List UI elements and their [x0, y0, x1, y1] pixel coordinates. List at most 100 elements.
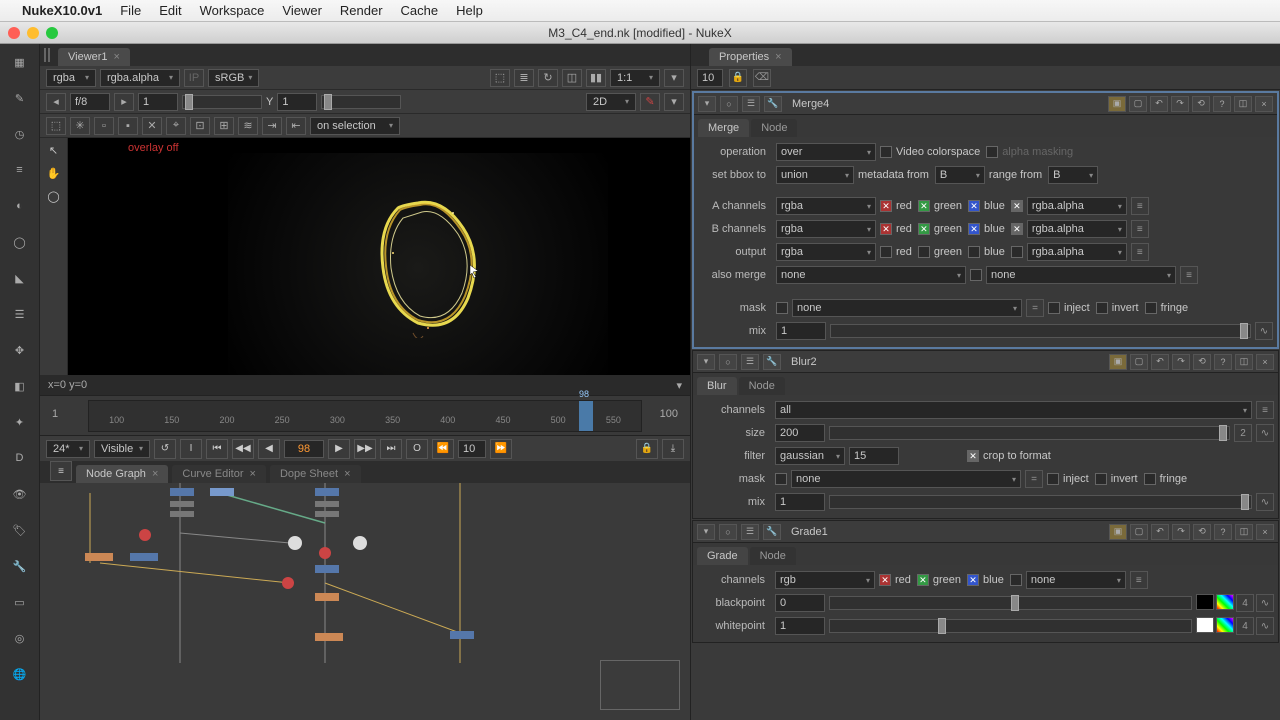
menu-viewer[interactable]: Viewer: [282, 3, 322, 18]
gamma-field[interactable]: 1: [277, 93, 317, 111]
panel-header[interactable]: ▾ ○ ☰ 🔧 Merge4 ▣ ▢ ↶ ↷ ⟲ ? ◫ ×: [694, 93, 1277, 115]
tool-channel-icon[interactable]: ≡: [8, 158, 32, 182]
tab-grade[interactable]: Grade: [697, 547, 748, 565]
menu-icon[interactable]: ≡: [1256, 401, 1274, 419]
center-icon[interactable]: ○: [719, 524, 737, 540]
tool-planet-icon[interactable]: 🌐: [8, 662, 32, 686]
viewer-tab[interactable]: Viewer1 ×: [58, 48, 130, 66]
tab-nodegraph[interactable]: Node Graph×: [76, 465, 168, 483]
inject-cb[interactable]: [1047, 473, 1059, 485]
tool-c-icon[interactable]: ✕: [142, 117, 162, 135]
blackpoint-slider[interactable]: [829, 596, 1192, 610]
tool-particles-icon[interactable]: ✦: [8, 410, 32, 434]
tool-a-icon[interactable]: ▫: [94, 117, 114, 135]
in-point-icon[interactable]: I: [180, 439, 202, 459]
metafrom-select[interactable]: B▾: [935, 166, 985, 184]
mask-select[interactable]: none▾: [791, 470, 1021, 488]
ch-alpha-select[interactable]: none▾: [1026, 571, 1126, 589]
play-icon[interactable]: ▶: [328, 439, 350, 459]
size-slider[interactable]: [829, 426, 1230, 440]
float-icon[interactable]: ◫: [1235, 354, 1253, 370]
quality-field[interactable]: 15: [849, 447, 899, 465]
tool-furnace-icon[interactable]: ◎: [8, 626, 32, 650]
whitepoint-field[interactable]: 1: [775, 617, 825, 635]
bchan-select[interactable]: rgba▾: [776, 220, 876, 238]
close-icon[interactable]: ×: [1256, 524, 1274, 540]
window-controls[interactable]: [8, 27, 58, 39]
tool-transform-icon[interactable]: ✥: [8, 338, 32, 362]
center-icon[interactable]: ○: [719, 354, 737, 370]
menu-cache[interactable]: Cache: [401, 3, 439, 18]
out-point-icon[interactable]: O: [406, 439, 428, 459]
gain-field[interactable]: 1: [138, 93, 178, 111]
increment-field[interactable]: 10: [458, 440, 486, 458]
menu-render[interactable]: Render: [340, 3, 383, 18]
tool-3d-icon[interactable]: ◧: [8, 374, 32, 398]
swatch-wheel-icon[interactable]: [1216, 594, 1234, 610]
revert-icon[interactable]: ⟲: [1192, 96, 1210, 112]
size-field[interactable]: 200: [775, 424, 825, 442]
channel-select[interactable]: rgba▾: [46, 69, 96, 87]
chevron-down-icon[interactable]: ▾: [664, 93, 684, 111]
step-back-icon[interactable]: ◀: [258, 439, 280, 459]
wipe-icon[interactable]: ≣: [514, 69, 534, 87]
record-icon[interactable]: ✎: [640, 93, 660, 111]
menu-icon[interactable]: ≡: [1131, 197, 1149, 215]
tool-views-icon[interactable]: 👁: [8, 482, 32, 506]
lut-select[interactable]: sRGB▾: [208, 69, 259, 87]
menu-help[interactable]: Help: [456, 3, 483, 18]
fringe-cb[interactable]: [1144, 473, 1156, 485]
mask-cb[interactable]: [776, 302, 788, 314]
tab-node[interactable]: Node: [739, 377, 785, 395]
prev-icon[interactable]: ◂: [46, 93, 66, 111]
redo-icon[interactable]: ↷: [1172, 354, 1190, 370]
anim-icon[interactable]: ∿: [1256, 594, 1274, 612]
menu-icon[interactable]: ≡: [1180, 266, 1198, 284]
playhead[interactable]: 98: [579, 401, 593, 431]
layer-select[interactable]: rgba.alpha▾: [100, 69, 180, 87]
color-a-icon[interactable]: ▣: [1109, 524, 1127, 540]
tool-b-icon[interactable]: ▪: [118, 117, 138, 135]
wrench-icon[interactable]: 🔧: [764, 96, 782, 112]
node-icon[interactable]: ☰: [742, 96, 760, 112]
current-frame-field[interactable]: 98: [284, 440, 324, 458]
mask-eq-icon[interactable]: =: [1026, 299, 1044, 317]
blackpoint-field[interactable]: 0: [775, 594, 825, 612]
visibility-select[interactable]: Visible▾: [94, 440, 150, 458]
tool-i-icon[interactable]: ⇤: [286, 117, 306, 135]
color-a-icon[interactable]: ▣: [1109, 354, 1127, 370]
mix-slider[interactable]: [830, 324, 1251, 338]
tab-merge[interactable]: Merge: [698, 119, 749, 137]
node-icon[interactable]: ☰: [741, 524, 759, 540]
menu-icon[interactable]: ≡: [1130, 571, 1148, 589]
tool-image-icon[interactable]: ▦: [8, 50, 32, 74]
tab-node[interactable]: Node: [751, 119, 797, 137]
mask-select[interactable]: none▾: [792, 299, 1022, 317]
also-merge-select1[interactable]: none▾: [776, 266, 966, 284]
ch-b-checkbox[interactable]: ✕: [967, 574, 979, 586]
bchan-alpha-select[interactable]: rgba.alpha▾: [1027, 220, 1127, 238]
pointer-icon[interactable]: ↖: [49, 144, 58, 157]
node-icon[interactable]: ☰: [741, 354, 759, 370]
tool-keyer-icon[interactable]: ◣: [8, 266, 32, 290]
redo-icon[interactable]: ↷: [1171, 96, 1189, 112]
chevron-down-icon[interactable]: ▾: [664, 69, 684, 87]
operation-select[interactable]: over▾: [776, 143, 876, 161]
fstop-field[interactable]: f/8: [70, 93, 110, 111]
channels-select[interactable]: all▾: [775, 401, 1252, 419]
out-r-checkbox[interactable]: [880, 246, 892, 258]
achan-r-checkbox[interactable]: ✕: [880, 200, 892, 212]
lock-icon[interactable]: 🔒: [729, 69, 747, 87]
ch-a-checkbox[interactable]: [1010, 574, 1022, 586]
color-b-icon[interactable]: ▢: [1130, 524, 1148, 540]
properties-tab[interactable]: Properties×: [709, 48, 792, 66]
gamma-slider[interactable]: [321, 95, 401, 109]
tool-draw-icon[interactable]: ✎: [8, 86, 32, 110]
also-merge-select2[interactable]: none▾: [986, 266, 1176, 284]
pause-icon[interactable]: ▮▮: [586, 69, 606, 87]
wrench-icon[interactable]: 🔧: [763, 524, 781, 540]
menu-icon[interactable]: ≡: [1131, 220, 1149, 238]
tab-blur[interactable]: Blur: [697, 377, 737, 395]
bchan-a-checkbox[interactable]: ✕: [1011, 223, 1023, 235]
swatch-white[interactable]: [1196, 617, 1214, 633]
